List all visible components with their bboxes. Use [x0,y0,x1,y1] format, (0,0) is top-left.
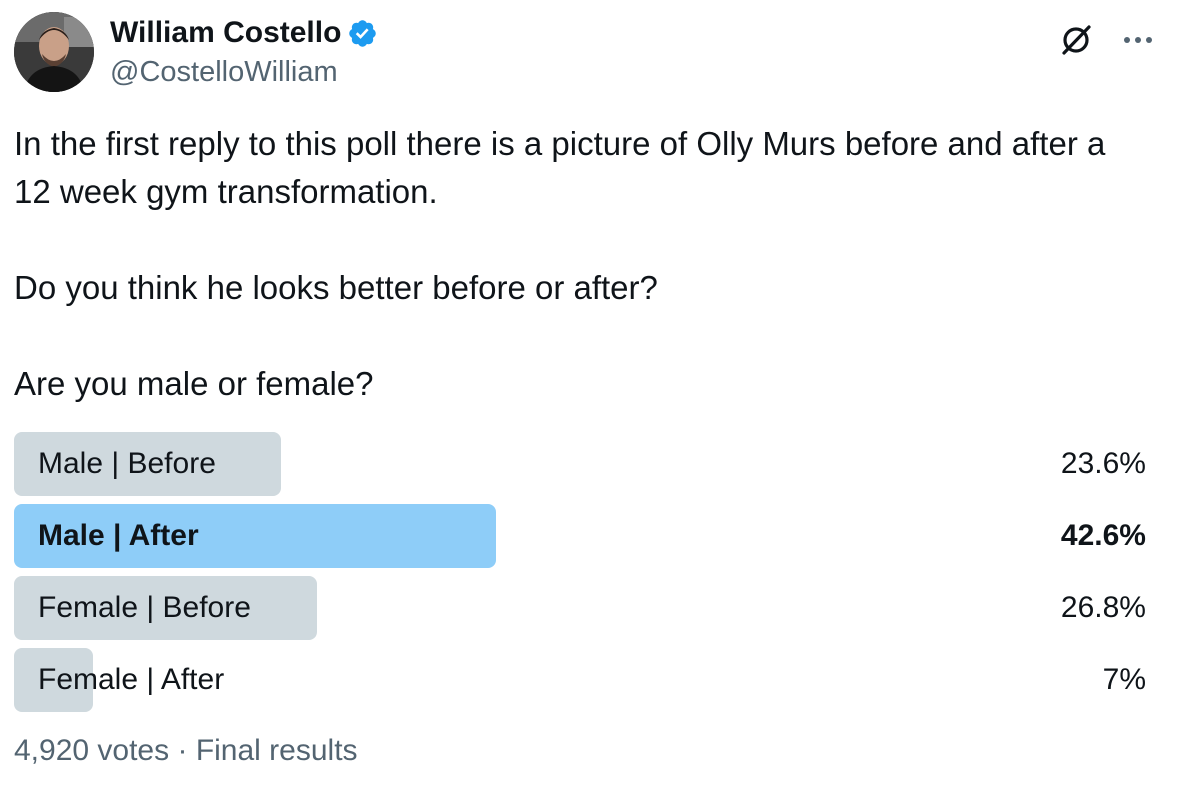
poll-option-label: Male | After [38,519,199,552]
tweet-paragraph: In the first reply to this poll there is… [14,125,1106,210]
poll-option-label: Female | Before [38,591,251,624]
poll-option-percent: 23.6% [1060,447,1146,480]
author-name[interactable]: William Costello [110,16,341,50]
tweet-header: William Costello @CostelloWilliam [14,12,1182,94]
author-handle[interactable]: @CostelloWilliam [110,56,378,89]
avatar-image [14,12,94,92]
poll-status: Final results [195,734,358,767]
poll-option-percent: 42.6% [1060,519,1146,552]
tweet-paragraph: Do you think he looks better before or a… [14,269,658,306]
poll-option[interactable]: Male | After 42.6% [14,504,1146,568]
grok-icon[interactable] [1056,20,1096,60]
poll-option-label: Female | After [38,663,225,696]
poll-vote-count: 4,920 votes [14,734,170,767]
poll-option[interactable]: Male | Before 23.6% [14,432,1146,496]
poll: Male | Before 23.6% Male | After 42.6% F… [14,432,1146,720]
poll-option[interactable]: Female | After 7% [14,648,1146,712]
tweet-text: In the first reply to this poll there is… [14,120,1134,408]
avatar[interactable] [14,12,94,92]
author-block: William Costello @CostelloWilliam [110,14,378,89]
poll-option-label: Male | Before [38,447,216,480]
poll-separator: · [177,734,188,767]
poll-option-percent: 26.8% [1060,591,1146,624]
poll-option[interactable]: Female | Before 26.8% [14,576,1146,640]
poll-option-percent: 7% [1102,663,1146,696]
more-options-icon[interactable] [1118,20,1158,60]
tweet-paragraph: Are you male or female? [14,365,374,402]
verified-badge-icon[interactable] [347,18,378,49]
poll-footer: 4,920 votes · Final results [14,734,358,768]
